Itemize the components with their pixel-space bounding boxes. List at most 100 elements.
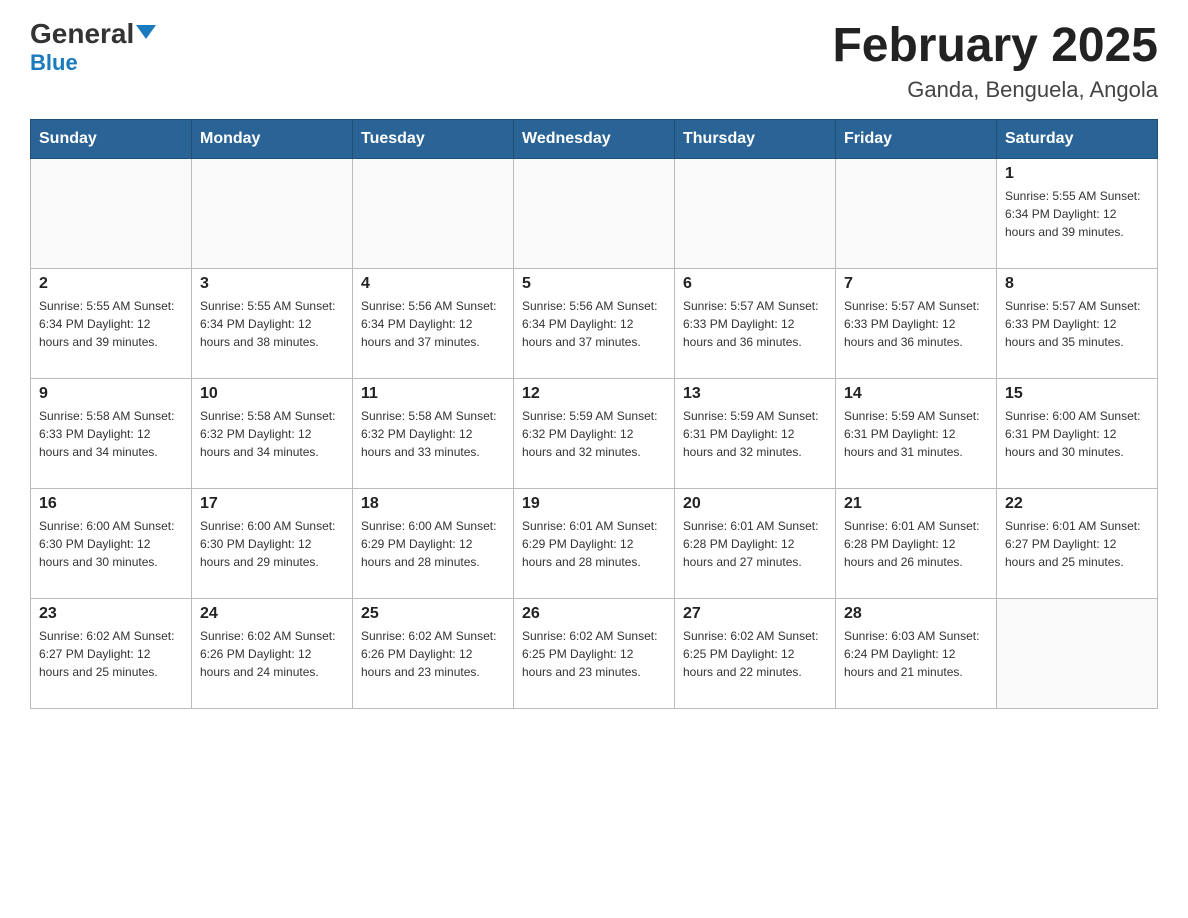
- calendar-cell: 26Sunrise: 6:02 AM Sunset: 6:25 PM Dayli…: [514, 598, 675, 708]
- calendar-cell: 20 Sunrise: 6:01 AM Sunset: 6:28 PM Dayli…: [675, 488, 836, 598]
- day-number: 15: [1005, 385, 1149, 403]
- day-info: Sunrise: 6:00 AM Sunset: 6:29 PM Dayligh…: [361, 517, 505, 571]
- day-number: 7: [844, 275, 988, 293]
- calendar-cell: 24 Sunrise: 6:02 AM Sunset: 6:26 PM Dayli…: [192, 598, 353, 708]
- calendar-cell: 10 Sunrise: 5:58 AM Sunset: 6:32 PM Dayli…: [192, 378, 353, 488]
- day-info: Sunrise: 6:02 AM Sunset: 6:26 PM Dayligh…: [361, 627, 505, 681]
- calendar-cell: 19 Sunrise: 6:01 AM Sunset: 6:29 PM Dayli…: [514, 488, 675, 598]
- day-number: 21: [844, 495, 988, 513]
- logo-blue-text: Blue: [30, 50, 78, 76]
- day-number: 10: [200, 385, 344, 403]
- day-number: 13: [683, 385, 827, 403]
- calendar-cell: 12 Sunrise: 5:59 AM Sunset: 6:32 PM Dayli…: [514, 378, 675, 488]
- days-header-row: SundayMondayTuesdayWednesdayThursdayFrid…: [31, 119, 1158, 158]
- week-row-1: 1 Sunrise: 5:55 AM Sunset: 6:34 PM Daylig…: [31, 158, 1158, 268]
- day-number: 6: [683, 275, 827, 293]
- calendar-cell: [675, 158, 836, 268]
- day-number: 25: [361, 605, 505, 623]
- calendar-subtitle: Ganda, Benguela, Angola: [832, 77, 1158, 103]
- day-info: Sunrise: 5:58 AM Sunset: 6:32 PM Dayligh…: [200, 407, 344, 461]
- calendar-cell: 28Sunrise: 6:03 AM Sunset: 6:24 PM Dayli…: [836, 598, 997, 708]
- day-number: 18: [361, 495, 505, 513]
- calendar-cell: [31, 158, 192, 268]
- logo: General Blue: [30, 20, 156, 76]
- day-info: Sunrise: 6:02 AM Sunset: 6:25 PM Dayligh…: [683, 627, 827, 681]
- day-info: Sunrise: 6:02 AM Sunset: 6:26 PM Dayligh…: [200, 627, 344, 681]
- day-number: 9: [39, 385, 183, 403]
- calendar-cell: 5 Sunrise: 5:56 AM Sunset: 6:34 PM Daylig…: [514, 268, 675, 378]
- day-header-friday: Friday: [836, 119, 997, 158]
- calendar-cell: 23Sunrise: 6:02 AM Sunset: 6:27 PM Dayli…: [31, 598, 192, 708]
- day-number: 17: [200, 495, 344, 513]
- day-number: 27: [683, 605, 827, 623]
- calendar-cell: 22Sunrise: 6:01 AM Sunset: 6:27 PM Dayli…: [997, 488, 1158, 598]
- calendar-cell: [514, 158, 675, 268]
- day-number: 14: [844, 385, 988, 403]
- day-number: 19: [522, 495, 666, 513]
- calendar-cell: 6 Sunrise: 5:57 AM Sunset: 6:33 PM Daylig…: [675, 268, 836, 378]
- calendar-title: February 2025: [832, 20, 1158, 73]
- calendar-cell: 27 Sunrise: 6:02 AM Sunset: 6:25 PM Dayli…: [675, 598, 836, 708]
- calendar-cell: 9 Sunrise: 5:58 AM Sunset: 6:33 PM Daylig…: [31, 378, 192, 488]
- day-number: 12: [522, 385, 666, 403]
- calendar-cell: 11Sunrise: 5:58 AM Sunset: 6:32 PM Dayli…: [353, 378, 514, 488]
- calendar-cell: [192, 158, 353, 268]
- day-header-sunday: Sunday: [31, 119, 192, 158]
- calendar-cell: 18 Sunrise: 6:00 AM Sunset: 6:29 PM Dayli…: [353, 488, 514, 598]
- calendar-cell: 15 Sunrise: 6:00 AM Sunset: 6:31 PM Dayli…: [997, 378, 1158, 488]
- day-info: Sunrise: 6:00 AM Sunset: 6:30 PM Dayligh…: [39, 517, 183, 571]
- day-number: 1: [1005, 165, 1149, 183]
- calendar-cell: 25 Sunrise: 6:02 AM Sunset: 6:26 PM Dayli…: [353, 598, 514, 708]
- day-info: Sunrise: 5:55 AM Sunset: 6:34 PM Dayligh…: [39, 297, 183, 351]
- day-info: Sunrise: 5:59 AM Sunset: 6:31 PM Dayligh…: [683, 407, 827, 461]
- day-number: 5: [522, 275, 666, 293]
- calendar-cell: 21 Sunrise: 6:01 AM Sunset: 6:28 PM Dayli…: [836, 488, 997, 598]
- day-header-wednesday: Wednesday: [514, 119, 675, 158]
- day-info: Sunrise: 6:01 AM Sunset: 6:28 PM Dayligh…: [844, 517, 988, 571]
- calendar-cell: 1 Sunrise: 5:55 AM Sunset: 6:34 PM Daylig…: [997, 158, 1158, 268]
- day-info: Sunrise: 5:58 AM Sunset: 6:33 PM Dayligh…: [39, 407, 183, 461]
- day-number: 20: [683, 495, 827, 513]
- calendar-cell: 13 Sunrise: 5:59 AM Sunset: 6:31 PM Dayli…: [675, 378, 836, 488]
- calendar-cell: [997, 598, 1158, 708]
- week-row-2: 2 Sunrise: 5:55 AM Sunset: 6:34 PM Daylig…: [31, 268, 1158, 378]
- day-header-monday: Monday: [192, 119, 353, 158]
- calendar-cell: 16 Sunrise: 6:00 AM Sunset: 6:30 PM Dayli…: [31, 488, 192, 598]
- week-row-3: 9 Sunrise: 5:58 AM Sunset: 6:33 PM Daylig…: [31, 378, 1158, 488]
- day-number: 3: [200, 275, 344, 293]
- day-header-tuesday: Tuesday: [353, 119, 514, 158]
- calendar-cell: 2 Sunrise: 5:55 AM Sunset: 6:34 PM Daylig…: [31, 268, 192, 378]
- day-info: Sunrise: 5:55 AM Sunset: 6:34 PM Dayligh…: [200, 297, 344, 351]
- day-info: Sunrise: 5:55 AM Sunset: 6:34 PM Dayligh…: [1005, 187, 1149, 241]
- day-number: 2: [39, 275, 183, 293]
- day-info: Sunrise: 6:01 AM Sunset: 6:27 PM Dayligh…: [1005, 517, 1149, 571]
- day-info: Sunrise: 5:57 AM Sunset: 6:33 PM Dayligh…: [683, 297, 827, 351]
- day-info: Sunrise: 5:58 AM Sunset: 6:32 PM Dayligh…: [361, 407, 505, 461]
- calendar-table: SundayMondayTuesdayWednesdayThursdayFrid…: [30, 119, 1158, 709]
- calendar-cell: 4 Sunrise: 5:56 AM Sunset: 6:34 PM Daylig…: [353, 268, 514, 378]
- day-info: Sunrise: 5:59 AM Sunset: 6:32 PM Dayligh…: [522, 407, 666, 461]
- day-number: 16: [39, 495, 183, 513]
- calendar-cell: 14 Sunrise: 5:59 AM Sunset: 6:31 PM Dayli…: [836, 378, 997, 488]
- day-info: Sunrise: 5:57 AM Sunset: 6:33 PM Dayligh…: [844, 297, 988, 351]
- day-number: 28: [844, 605, 988, 623]
- day-number: 24: [200, 605, 344, 623]
- week-row-4: 16 Sunrise: 6:00 AM Sunset: 6:30 PM Dayli…: [31, 488, 1158, 598]
- day-info: Sunrise: 5:59 AM Sunset: 6:31 PM Dayligh…: [844, 407, 988, 461]
- logo-general-text: General: [30, 20, 156, 48]
- week-row-5: 23Sunrise: 6:02 AM Sunset: 6:27 PM Dayli…: [31, 598, 1158, 708]
- calendar-cell: 8Sunrise: 5:57 AM Sunset: 6:33 PM Daylig…: [997, 268, 1158, 378]
- day-number: 4: [361, 275, 505, 293]
- day-info: Sunrise: 5:56 AM Sunset: 6:34 PM Dayligh…: [361, 297, 505, 351]
- day-number: 8: [1005, 275, 1149, 293]
- day-number: 23: [39, 605, 183, 623]
- calendar-cell: [836, 158, 997, 268]
- day-info: Sunrise: 5:56 AM Sunset: 6:34 PM Dayligh…: [522, 297, 666, 351]
- day-header-saturday: Saturday: [997, 119, 1158, 158]
- day-info: Sunrise: 6:00 AM Sunset: 6:30 PM Dayligh…: [200, 517, 344, 571]
- day-header-thursday: Thursday: [675, 119, 836, 158]
- day-info: Sunrise: 6:01 AM Sunset: 6:28 PM Dayligh…: [683, 517, 827, 571]
- calendar-cell: 17 Sunrise: 6:00 AM Sunset: 6:30 PM Dayli…: [192, 488, 353, 598]
- day-info: Sunrise: 6:00 AM Sunset: 6:31 PM Dayligh…: [1005, 407, 1149, 461]
- day-info: Sunrise: 6:01 AM Sunset: 6:29 PM Dayligh…: [522, 517, 666, 571]
